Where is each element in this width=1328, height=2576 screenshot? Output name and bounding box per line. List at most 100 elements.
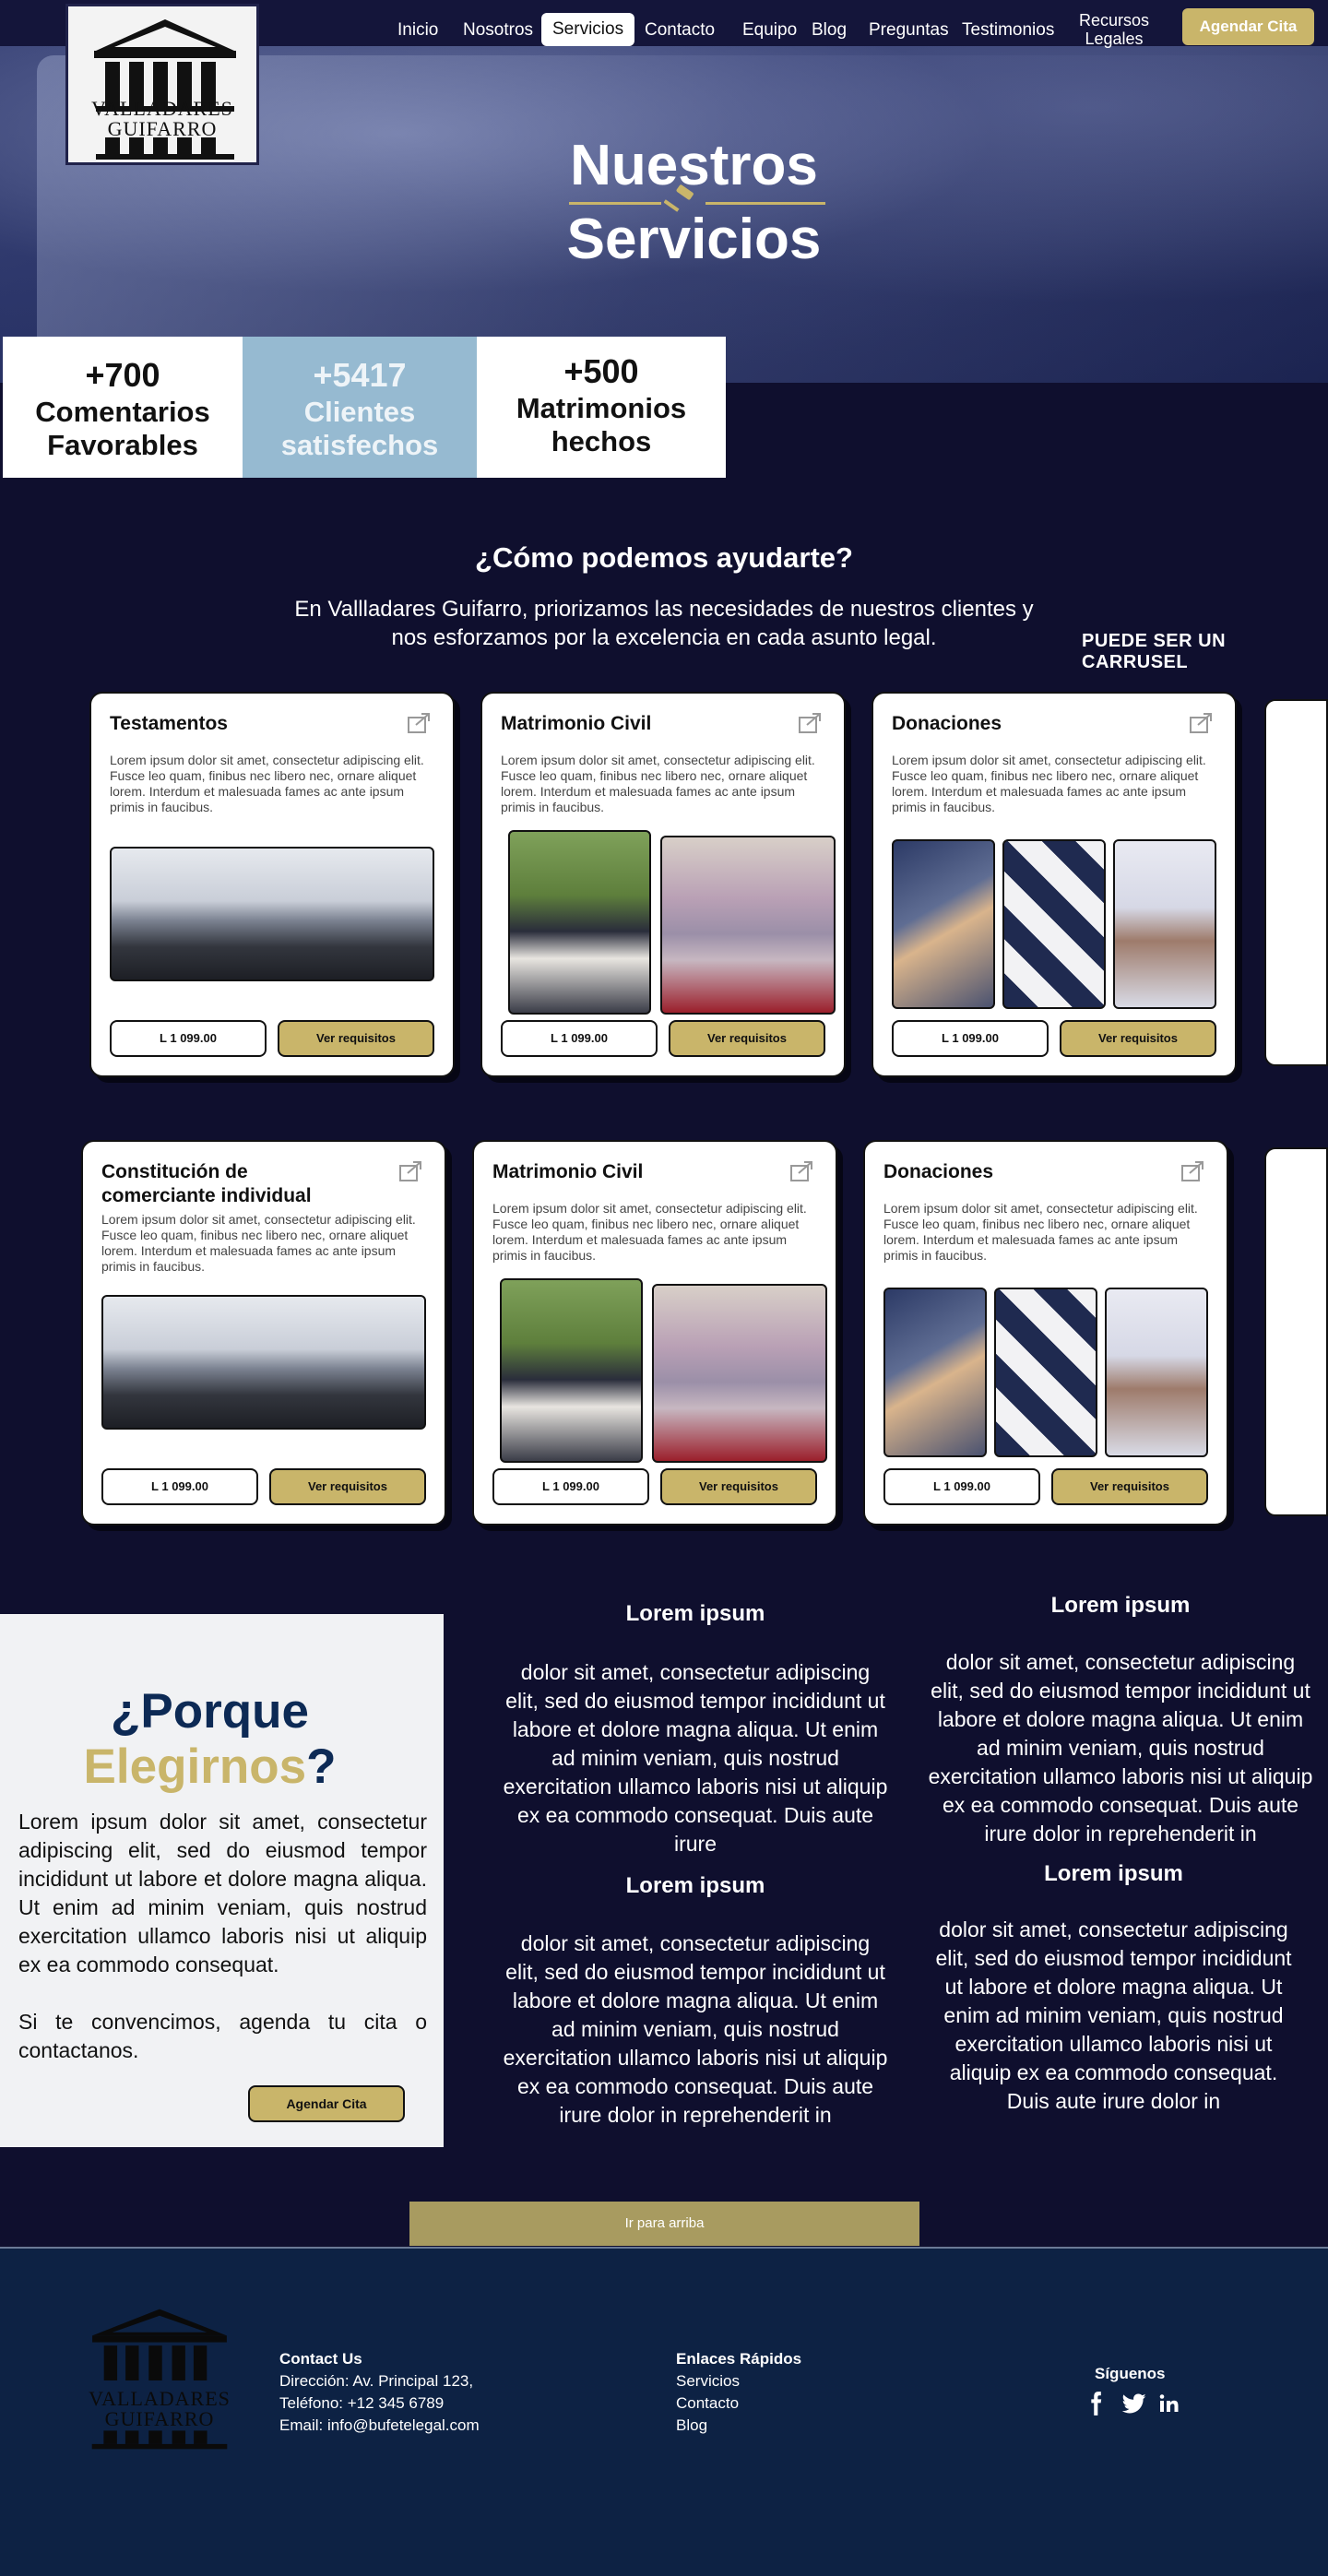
wedding-photo-2 — [660, 836, 836, 1015]
stat-marriages-value: +500 — [563, 352, 639, 390]
twitter-icon[interactable] — [1121, 2391, 1147, 2416]
share-icon[interactable] — [398, 1160, 424, 1182]
nav-item-equipo[interactable]: Equipo — [742, 20, 797, 41]
nav-item-recursos-legales[interactable]: Recursos Legales — [1079, 11, 1149, 48]
requirements-button[interactable]: Ver requisitos — [1060, 1020, 1216, 1057]
service-card-donaciones-2[interactable]: Donaciones Lorem ipsum dolor sit amet, c… — [863, 1140, 1228, 1525]
courthouse-base-icon — [96, 137, 234, 160]
requirements-button[interactable]: Ver requisitos — [660, 1468, 817, 1505]
nav-item-preguntas[interactable]: Preguntas — [869, 20, 949, 41]
stat-clients: +5417 Clientes satisfechos — [243, 337, 477, 478]
carousel-next-card[interactable] — [1264, 699, 1328, 1066]
footer-link-blog[interactable]: Blog — [676, 2415, 801, 2437]
lorem-body-2: dolor sit amet, consectetur adipiscing e… — [928, 1650, 1313, 1846]
stat-marriages: +500 Matrimonios hechos — [477, 337, 726, 478]
share-icon[interactable] — [798, 712, 824, 734]
carousel-next-card-2[interactable] — [1264, 1147, 1328, 1516]
nav-item-blog[interactable]: Blog — [812, 20, 847, 41]
help-title: ¿Cómo podemos ayudarte? — [475, 541, 853, 574]
stat-comments-value: +700 — [85, 356, 160, 394]
footer-email[interactable]: Email: info@bufetelegal.com — [279, 2415, 480, 2437]
why-us-paragraph1: Lorem ipsum dolor sit amet, consectetur … — [18, 1810, 427, 1977]
courthouse-icon — [92, 2309, 227, 2380]
checkered-photo — [1002, 839, 1106, 1009]
card-description: Lorem ipsum dolor sit amet, consectetur … — [492, 1201, 807, 1263]
card-title: Constitución de comerciante individual — [101, 1161, 312, 1206]
nav-item-testimonios[interactable]: Testimonios — [962, 20, 1054, 41]
why-us-text: Lorem ipsum dolor sit amet, consectetur … — [18, 1808, 427, 2065]
card-description: Lorem ipsum dolor sit amet, consectetur … — [892, 753, 1206, 814]
footer-phone: Teléfono: +12 345 6789 — [279, 2394, 445, 2412]
price-button[interactable]: L 1 099.00 — [101, 1468, 258, 1505]
nav-item-contacto[interactable]: Contacto — [645, 20, 715, 41]
wedding-photo-1 — [500, 1278, 643, 1463]
footer-link-servicios[interactable]: Servicios — [676, 2370, 801, 2392]
nav-schedule-button[interactable]: Agendar Cita — [1182, 8, 1314, 45]
requirements-button[interactable]: Ver requisitos — [669, 1020, 825, 1057]
footer-links-title: Enlaces Rápidos — [676, 2350, 802, 2368]
service-card-testamentos[interactable]: Testamentos Lorem ipsum dolor sit amet, … — [89, 692, 455, 1077]
footer-follow-title: Síguenos — [1095, 2365, 1166, 2382]
price-button[interactable]: L 1 099.00 — [501, 1020, 658, 1057]
brand-name-line2: GUIFARRO — [107, 117, 218, 140]
why-us-schedule-button[interactable]: Agendar Cita — [248, 2085, 405, 2122]
requirements-button[interactable]: Ver requisitos — [269, 1468, 426, 1505]
main-nav: Inicio Nosotros Servicios Contacto Equip… — [0, 9, 1328, 51]
footer-contact: Contact Us Dirección: Av. Principal 123,… — [279, 2348, 480, 2437]
hero-divider-right — [706, 202, 825, 205]
back-to-top-button[interactable]: Ir para arriba — [409, 2202, 919, 2246]
requirements-button[interactable]: Ver requisitos — [1051, 1468, 1208, 1505]
facebook-icon[interactable] — [1083, 2391, 1109, 2416]
card-description: Lorem ipsum dolor sit amet, consectetur … — [101, 1212, 416, 1274]
card-title: Donaciones — [883, 1161, 994, 1182]
brand-name-line1: VALLADARES — [91, 97, 233, 120]
handshake-photo — [883, 1288, 987, 1457]
share-icon[interactable] — [1180, 1160, 1206, 1182]
footer-brand-line1: VALLADARES — [89, 2387, 231, 2410]
price-button[interactable]: L 1 099.00 — [892, 1020, 1049, 1057]
footer-address: Dirección: Av. Principal 123, — [279, 2372, 474, 2390]
service-card-matrimonio[interactable]: Matrimonio Civil Lorem ipsum dolor sit a… — [480, 692, 846, 1077]
carousel-note: PUEDE SER UN CARRUSEL — [1082, 631, 1227, 672]
office-photo — [110, 847, 434, 981]
lorem-heading-4: Lorem ipsum — [1044, 1861, 1183, 1886]
service-card-comerciante[interactable]: Constitución de comerciante individual L… — [81, 1140, 446, 1525]
lorem-body-1: dolor sit amet, consectetur adipiscing e… — [503, 1660, 888, 1856]
share-icon[interactable] — [1189, 712, 1215, 734]
footer-logo[interactable]: VALLADARES GUIFARRO — [72, 2306, 247, 2453]
nav-recursos-line2: Legales — [1085, 30, 1144, 48]
hands-holding-photo — [1113, 839, 1216, 1009]
stat-clients-label2: satisfechos — [280, 429, 439, 461]
office-photo — [101, 1295, 426, 1430]
lorem-heading-2: Lorem ipsum — [1050, 1593, 1191, 1618]
price-button[interactable]: L 1 099.00 — [883, 1468, 1040, 1505]
card-title: Matrimonio Civil — [492, 1161, 644, 1182]
footer-brand-line2: GUIFARRO — [104, 2407, 215, 2430]
stat-clients-value: +5417 — [313, 356, 407, 394]
why-us-paragraph2: Si te convencimos, agenda tu cita o cont… — [18, 2010, 427, 2062]
service-card-matrimonio-2[interactable]: Matrimonio Civil Lorem ipsum dolor sit a… — [472, 1140, 837, 1525]
share-icon[interactable] — [789, 1160, 815, 1182]
card-description: Lorem ipsum dolor sit amet, consectetur … — [110, 753, 424, 814]
card-title: Donaciones — [892, 713, 1002, 734]
wedding-photo-2 — [652, 1284, 827, 1463]
card-title: Matrimonio Civil — [501, 713, 652, 734]
why-title-part2: Elegirnos — [83, 1739, 307, 1794]
stat-marriages-label1: Matrimonios — [516, 392, 687, 424]
card-description: Lorem ipsum dolor sit amet, consectetur … — [883, 1201, 1198, 1263]
share-icon[interactable] — [407, 712, 433, 734]
price-button[interactable]: L 1 099.00 — [492, 1468, 649, 1505]
requirements-button[interactable]: Ver requisitos — [278, 1020, 434, 1057]
help-subtitle: En Vallladares Guifarro, priorizamos las… — [294, 597, 1034, 650]
price-button[interactable]: L 1 099.00 — [110, 1020, 267, 1057]
nav-recursos-line1: Recursos — [1079, 11, 1150, 30]
nav-item-servicios[interactable]: Servicios — [541, 13, 635, 46]
nav-item-inicio[interactable]: Inicio — [397, 20, 438, 41]
nav-item-nosotros[interactable]: Nosotros — [463, 20, 533, 41]
linkedin-icon[interactable] — [1158, 2391, 1180, 2416]
service-card-donaciones[interactable]: Donaciones Lorem ipsum dolor sit amet, c… — [872, 692, 1237, 1077]
why-us-panel: ¿Porque Elegirnos? Lorem ipsum dolor sit… — [0, 1614, 444, 2147]
gavel-icon — [664, 184, 694, 212]
footer-link-contacto[interactable]: Contacto — [676, 2392, 801, 2415]
handshake-photo — [892, 839, 995, 1009]
